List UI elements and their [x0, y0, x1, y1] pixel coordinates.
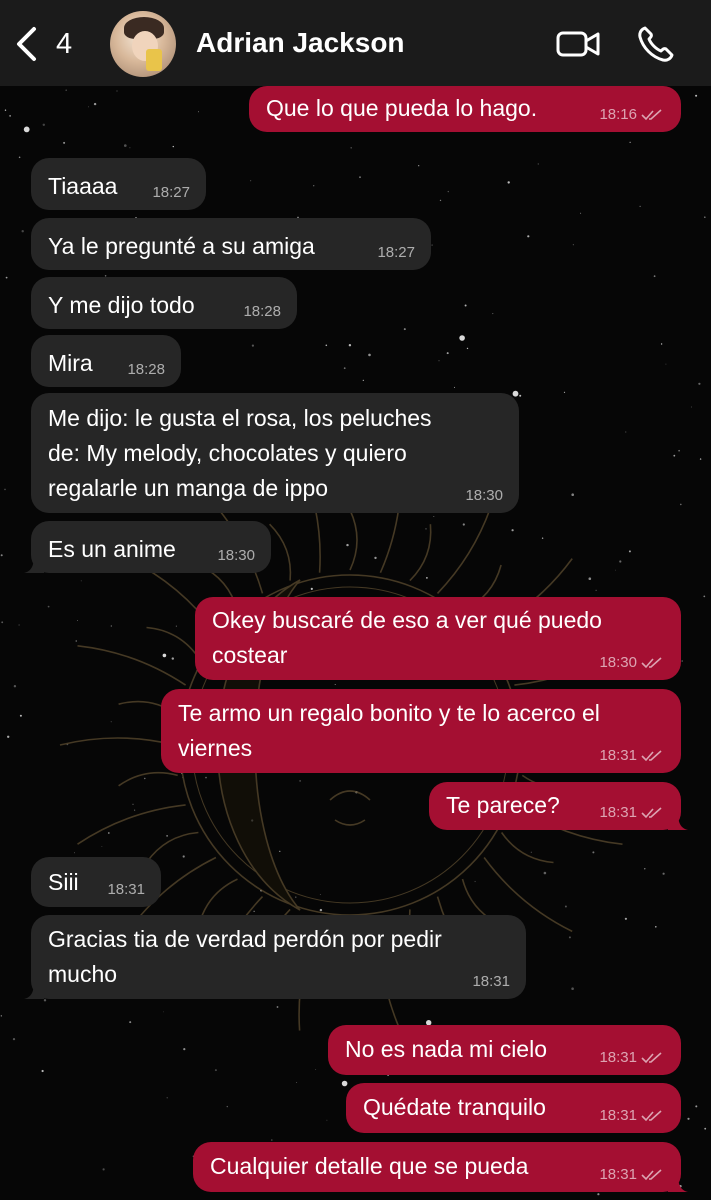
message-text: costear — [212, 642, 288, 668]
message-time: 18:28 — [127, 361, 165, 378]
message-time: 18:30 — [465, 487, 503, 504]
message-bubble[interactable]: Te parece? 18:31 — [429, 782, 688, 830]
double-check-icon — [641, 1169, 662, 1181]
message-time: 18:31 — [599, 804, 663, 822]
message-bubble[interactable]: Mira 18:28 — [31, 335, 181, 387]
message-text: Cualquier detalle que se pueda — [210, 1153, 529, 1179]
message-bubble[interactable]: No es nada mi cielo 18:31 — [328, 1025, 681, 1075]
message-time: 18:31 — [599, 1049, 663, 1067]
message-text: viernes — [178, 735, 253, 761]
message-text: Te armo un regalo bonito y te lo acerco … — [178, 700, 600, 726]
video-camera-icon[interactable] — [556, 28, 600, 60]
double-check-icon — [641, 750, 662, 762]
message-text: regalarle un manga de ippo — [48, 475, 329, 501]
double-check-icon — [641, 109, 662, 121]
message-bubble[interactable]: Ya le pregunté a su amiga 18:27 — [31, 218, 431, 270]
message-time: 18:30 — [217, 547, 255, 564]
phone-icon[interactable] — [636, 24, 676, 64]
message-text: mucho — [48, 961, 118, 987]
message-bubble[interactable]: Siii 18:31 — [31, 857, 161, 907]
message-time: 18:27 — [152, 184, 190, 201]
message-text: Gracias tia de verdad perdón por pedir — [48, 926, 442, 952]
double-check-icon — [641, 1110, 662, 1122]
chat-header: 4 Adrian Jackson — [0, 0, 711, 86]
message-bubble[interactable]: Okey buscaré de eso a ver qué puedo cost… — [195, 597, 681, 680]
message-bubble[interactable]: Cualquier detalle que se pueda 18:31 — [193, 1142, 688, 1192]
message-text: de: My melody, chocolates y quiero — [48, 440, 407, 466]
message-bubble[interactable]: Y me dijo todo 18:28 — [31, 277, 297, 329]
message-time: 18:16 — [599, 106, 663, 124]
message-list[interactable]: Que lo que pueda lo hago. 18:16 Tiaaaa 1… — [0, 0, 711, 1200]
message-time: 18:31 — [599, 1107, 663, 1125]
double-check-icon — [641, 657, 662, 669]
message-bubble[interactable]: Tiaaaa 18:27 — [31, 158, 206, 210]
avatar[interactable] — [110, 11, 176, 77]
message-bubble[interactable]: Te armo un regalo bonito y te lo acerco … — [161, 689, 681, 773]
message-text: Ya le pregunté a su amiga — [48, 233, 315, 259]
message-time: 18:31 — [599, 747, 663, 765]
chevron-left-icon[interactable] — [14, 26, 40, 62]
message-text: Me dijo: le gusta el rosa, los peluches — [48, 405, 432, 431]
double-check-icon — [641, 1052, 662, 1064]
message-bubble[interactable]: Me dijo: le gusta el rosa, los peluches … — [31, 393, 519, 513]
message-time: 18:28 — [243, 303, 281, 320]
message-bubble[interactable]: Es un anime 18:30 — [24, 521, 271, 573]
message-bubble[interactable]: Quédate tranquilo 18:31 — [346, 1083, 681, 1133]
message-time: 18:31 — [107, 881, 145, 898]
message-text: Okey buscaré de eso a ver qué puedo — [212, 607, 602, 633]
message-bubble[interactable]: Que lo que pueda lo hago. 18:16 — [249, 86, 681, 132]
double-check-icon — [641, 807, 662, 819]
message-time: 18:31 — [472, 973, 510, 990]
message-time: 18:27 — [377, 244, 415, 261]
message-time: 18:30 — [599, 654, 663, 672]
message-bubble[interactable]: Gracias tia de verdad perdón por pedir m… — [24, 915, 526, 999]
unread-count[interactable]: 4 — [56, 28, 72, 61]
contact-name[interactable]: Adrian Jackson — [196, 27, 405, 59]
message-time: 18:31 — [599, 1166, 663, 1184]
